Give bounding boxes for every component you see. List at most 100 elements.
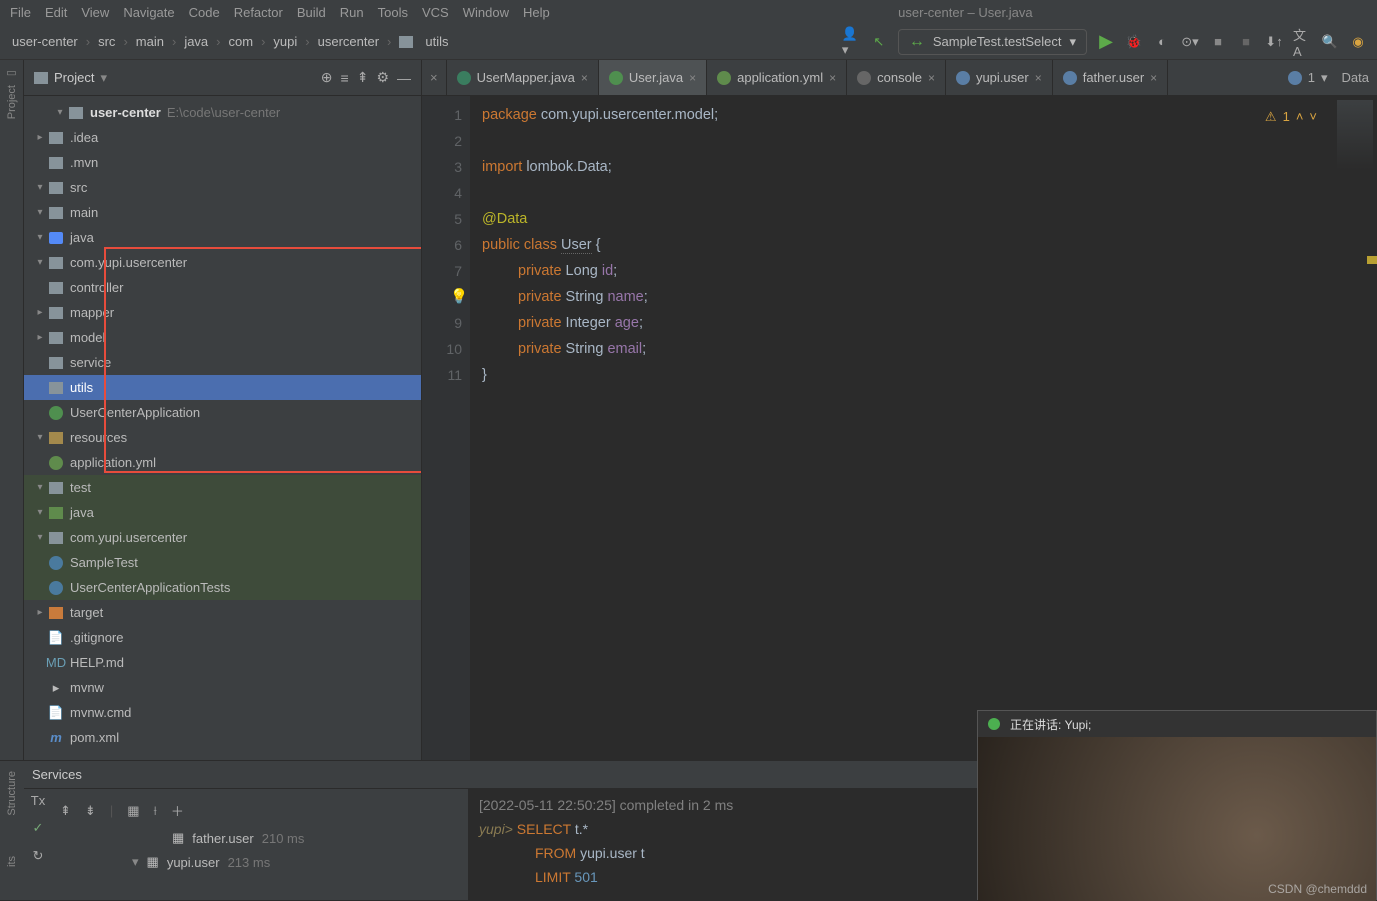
- locate-icon[interactable]: ⊕: [321, 69, 333, 86]
- intention-bulb-icon[interactable]: 💡: [450, 284, 468, 310]
- project-title[interactable]: Project ▾: [34, 70, 107, 86]
- search-icon[interactable]: 🔍: [1321, 33, 1339, 51]
- structure-tool-label[interactable]: Structure: [6, 771, 18, 816]
- tree-service[interactable]: service: [24, 350, 421, 375]
- crumb-project[interactable]: user-center: [12, 34, 78, 49]
- tree-main[interactable]: ▾main: [24, 200, 421, 225]
- debug-button[interactable]: 🐞: [1125, 33, 1143, 51]
- crumb-java[interactable]: java: [184, 34, 208, 49]
- run-configuration-selector[interactable]: ↔ SampleTest.testSelect ▾: [898, 29, 1087, 55]
- tree-model[interactable]: ▸model: [24, 325, 421, 350]
- menu-build[interactable]: Build: [297, 5, 326, 20]
- tree-idea[interactable]: ▸.idea: [24, 125, 421, 150]
- menu-tools[interactable]: Tools: [378, 5, 408, 20]
- tree-mvnwcmd[interactable]: 📄mvnw.cmd: [24, 700, 421, 725]
- coverage-button[interactable]: ◐: [1153, 33, 1171, 51]
- tree-java[interactable]: ▾java: [24, 225, 421, 250]
- tree-utils[interactable]: utils: [24, 375, 421, 400]
- code-editor[interactable]: package com.yupi.usercenter.model; impor…: [470, 96, 1377, 796]
- warning-stripe[interactable]: [1367, 256, 1377, 264]
- stop-all-button[interactable]: ■: [1237, 33, 1255, 51]
- minimap[interactable]: [1337, 100, 1373, 170]
- project-tool-label[interactable]: Project: [6, 85, 18, 119]
- close-icon[interactable]: ×: [1035, 71, 1042, 85]
- close-icon[interactable]: ×: [829, 71, 836, 85]
- menu-vcs[interactable]: VCS: [422, 5, 449, 20]
- rerun-icon[interactable]: ↻: [33, 848, 44, 864]
- crumb-usercenter[interactable]: usercenter: [318, 34, 379, 49]
- project-tree[interactable]: ▾user-centerE:\code\user-center ▸.idea .…: [24, 96, 421, 796]
- tree-test[interactable]: ▾test: [24, 475, 421, 500]
- services-tree[interactable]: ⇞ ⇟ | ▦ ⟊ ＋ ▦father.user210 ms ▾▦yupi.us…: [52, 789, 468, 900]
- services-father-user[interactable]: ▦father.user210 ms: [52, 826, 468, 850]
- tab-fatheruser[interactable]: father.user×: [1053, 60, 1168, 95]
- webcam-overlay[interactable]: 正在讲话: Yupi;: [977, 710, 1377, 900]
- crumb-com[interactable]: com: [229, 34, 254, 49]
- expand-all-icon[interactable]: ≡: [341, 70, 349, 86]
- crumb-main[interactable]: main: [136, 34, 164, 49]
- grid-icon[interactable]: ▦: [127, 803, 139, 819]
- services-yupi-user[interactable]: ▾▦yupi.user213 ms: [52, 850, 468, 874]
- tree-gitignore[interactable]: 📄.gitignore: [24, 625, 421, 650]
- menu-navigate[interactable]: Navigate: [123, 5, 174, 20]
- its-tool-label[interactable]: its: [6, 856, 18, 867]
- run-button[interactable]: ▶: [1097, 33, 1115, 51]
- tabs-overflow[interactable]: 1▾Data: [1280, 60, 1377, 95]
- tab-usermapper[interactable]: UserMapper.java×: [447, 60, 599, 95]
- check-icon[interactable]: ✓: [33, 820, 44, 836]
- profiler-button[interactable]: ⊙▾: [1181, 33, 1199, 51]
- chevron-up-icon[interactable]: ˄: [1296, 104, 1304, 130]
- close-icon[interactable]: ×: [581, 71, 588, 85]
- build-icon[interactable]: ↖: [870, 33, 888, 51]
- hide-icon[interactable]: —: [397, 70, 411, 86]
- tree-mvnw[interactable]: ▸mvnw: [24, 675, 421, 700]
- close-icon[interactable]: ×: [1150, 71, 1157, 85]
- breadcrumbs[interactable]: user-center› src› main› java› com› yupi›…: [0, 34, 449, 49]
- close-icon[interactable]: ×: [689, 71, 696, 85]
- tree-test-package[interactable]: ▾com.yupi.usercenter: [24, 525, 421, 550]
- tree-test-java[interactable]: ▾java: [24, 500, 421, 525]
- user-icon[interactable]: 👤▾: [842, 33, 860, 51]
- tree-help[interactable]: MDHELP.md: [24, 650, 421, 675]
- crumb-yupi[interactable]: yupi: [273, 34, 297, 49]
- line-gutter[interactable]: 1234567891011: [422, 96, 470, 796]
- tree-sampletest[interactable]: SampleTest: [24, 550, 421, 575]
- tree-pom[interactable]: mpom.xml: [24, 725, 421, 750]
- menu-file[interactable]: File: [10, 5, 31, 20]
- tree-controller[interactable]: controller: [24, 275, 421, 300]
- tab-console[interactable]: console×: [847, 60, 946, 95]
- tree-application-yml[interactable]: application.yml: [24, 450, 421, 475]
- settings-icon[interactable]: ⚙: [376, 69, 389, 86]
- project-tool-icon[interactable]: ▭: [6, 66, 16, 79]
- tab-applicationyml[interactable]: application.yml×: [707, 60, 847, 95]
- expand-icon[interactable]: ⇞: [60, 803, 71, 819]
- settings-icon[interactable]: ◉: [1349, 33, 1367, 51]
- add-icon[interactable]: ＋: [171, 801, 184, 820]
- translate-icon[interactable]: 文A: [1293, 33, 1311, 51]
- menu-view[interactable]: View: [81, 5, 109, 20]
- tree-mapper[interactable]: ▸mapper: [24, 300, 421, 325]
- tree-target[interactable]: ▸target: [24, 600, 421, 625]
- tree-mvn[interactable]: .mvn: [24, 150, 421, 175]
- collapse-icon[interactable]: ⇟: [85, 803, 96, 819]
- menu-run[interactable]: Run: [340, 5, 364, 20]
- tab-user[interactable]: User.java×: [599, 60, 707, 95]
- tree-apptests[interactable]: UserCenterApplicationTests: [24, 575, 421, 600]
- menu-help[interactable]: Help: [523, 5, 550, 20]
- tab-yupiuser[interactable]: yupi.user×: [946, 60, 1053, 95]
- layout-icon[interactable]: ⟊: [154, 803, 157, 819]
- tree-root[interactable]: ▾user-centerE:\code\user-center: [24, 100, 421, 125]
- git-icon[interactable]: ⬇↑: [1265, 33, 1283, 51]
- filter-icon[interactable]: Tx: [31, 793, 45, 808]
- menu-code[interactable]: Code: [189, 5, 220, 20]
- collapse-all-icon[interactable]: ⇞: [357, 69, 369, 86]
- close-icon[interactable]: ×: [928, 71, 935, 85]
- tab-close-placeholder[interactable]: ×: [422, 60, 447, 95]
- menu-refactor[interactable]: Refactor: [234, 5, 283, 20]
- crumb-utils[interactable]: utils: [425, 34, 448, 49]
- tree-src[interactable]: ▾src: [24, 175, 421, 200]
- inspection-status[interactable]: ⚠1˄˅: [1265, 104, 1317, 130]
- menu-edit[interactable]: Edit: [45, 5, 67, 20]
- tree-package[interactable]: ▾com.yupi.usercenter: [24, 250, 421, 275]
- crumb-src[interactable]: src: [98, 34, 115, 49]
